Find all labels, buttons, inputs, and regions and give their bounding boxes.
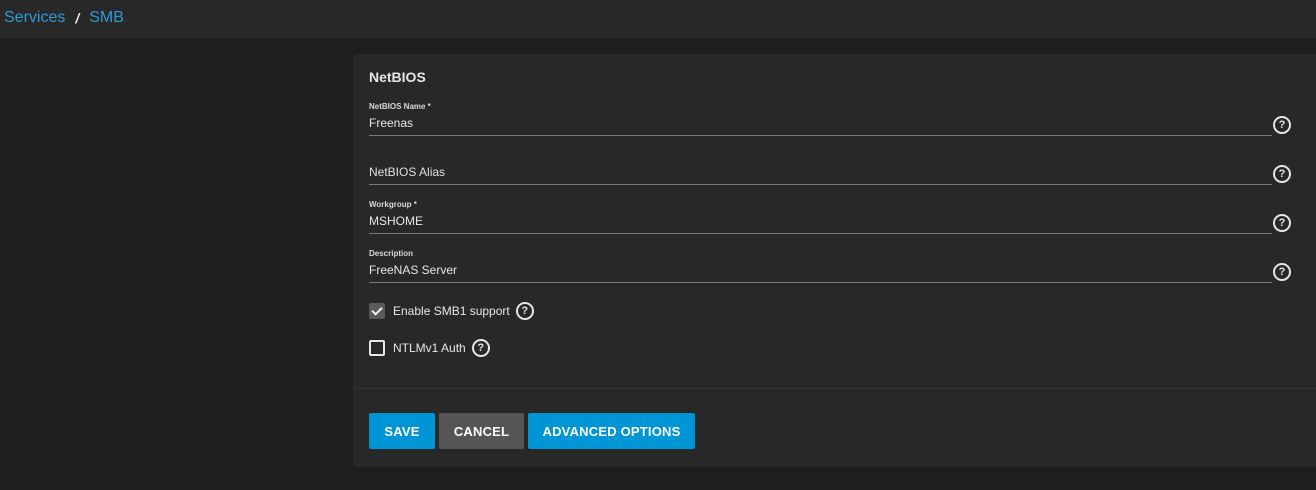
netbios-alias-underline <box>369 184 1272 185</box>
actions-divider <box>353 388 1316 389</box>
enable-smb1-row[interactable]: Enable SMB1 support ? <box>369 301 534 321</box>
breadcrumb: Services / SMB <box>4 8 124 28</box>
section-title-netbios: NetBIOS <box>369 69 426 85</box>
description-field[interactable]: Description FreeNAS Server <box>369 249 1272 285</box>
help-circle-icon[interactable]: ? <box>1273 165 1291 183</box>
netbios-alias-input[interactable]: NetBIOS Alias <box>369 165 445 179</box>
netbios-name-field[interactable]: NetBIOS Name * Freenas <box>369 102 1272 138</box>
ntlmv1-auth-row[interactable]: NTLMv1 Auth ? <box>369 338 490 358</box>
netbios-name-input[interactable]: Freenas <box>369 116 413 130</box>
help-circle-icon[interactable]: ? <box>1273 116 1291 134</box>
description-input[interactable]: FreeNAS Server <box>369 263 457 277</box>
help-circle-icon[interactable]: ? <box>1273 263 1291 281</box>
workgroup-label: Workgroup * <box>369 200 417 209</box>
ntlmv1-auth-label[interactable]: NTLMv1 Auth <box>393 341 466 355</box>
workgroup-field[interactable]: Workgroup * MSHOME <box>369 200 1272 236</box>
breadcrumb-separator: / <box>75 10 80 26</box>
smb-settings-card: NetBIOS NetBIOS Name * Freenas ? NetBIOS… <box>353 54 1316 467</box>
description-label: Description <box>369 249 414 258</box>
ntlmv1-auth-checkbox[interactable] <box>369 340 385 356</box>
workgroup-input[interactable]: MSHOME <box>369 214 423 228</box>
help-circle-icon[interactable]: ? <box>1273 214 1291 232</box>
top-bar: Services / SMB <box>0 0 1316 38</box>
enable-smb1-label[interactable]: Enable SMB1 support <box>393 304 510 318</box>
enable-smb1-checkbox[interactable] <box>369 303 385 319</box>
workgroup-underline <box>369 233 1272 234</box>
breadcrumb-services[interactable]: Services <box>4 8 65 28</box>
description-underline <box>369 282 1272 283</box>
cancel-button[interactable]: CANCEL <box>439 413 524 449</box>
help-circle-icon[interactable]: ? <box>471 339 490 357</box>
save-button[interactable]: SAVE <box>369 413 435 449</box>
breadcrumb-smb[interactable]: SMB <box>89 8 124 28</box>
netbios-name-label: NetBIOS Name * <box>369 102 431 111</box>
help-circle-icon[interactable]: ? <box>515 302 534 320</box>
netbios-name-underline <box>369 135 1272 136</box>
netbios-alias-field[interactable]: NetBIOS Alias <box>369 151 1272 187</box>
advanced-options-button[interactable]: ADVANCED OPTIONS <box>528 413 695 449</box>
